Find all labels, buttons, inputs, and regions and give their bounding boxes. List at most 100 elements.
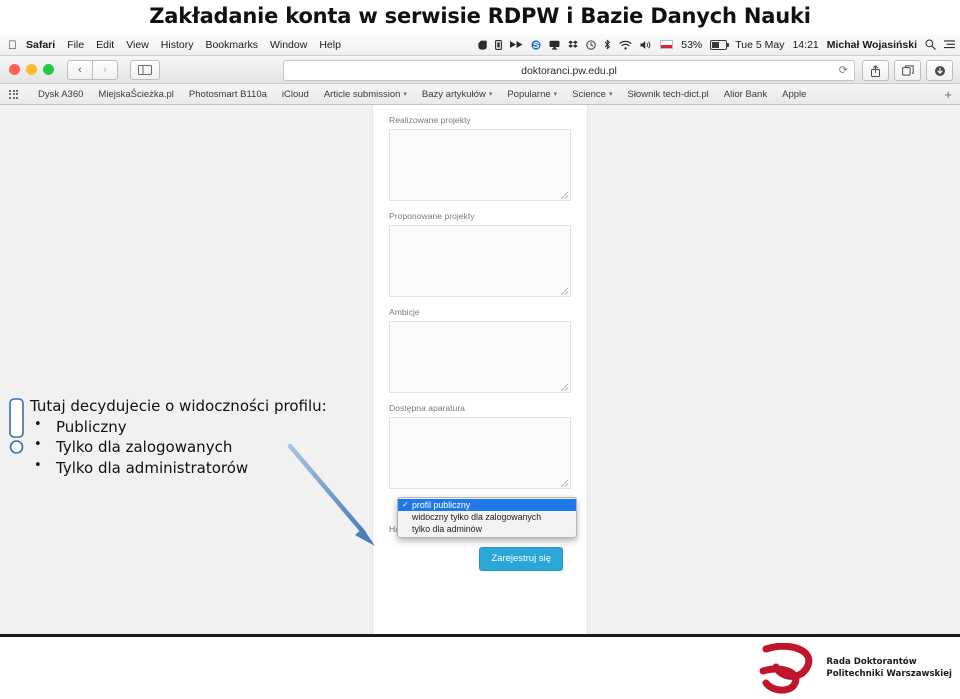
bookmark-label: iCloud (281, 88, 309, 100)
menubar-item-help[interactable]: Help (319, 39, 341, 51)
textarea-realizowane-projekty[interactable] (389, 129, 571, 201)
apps-grid-icon[interactable] (9, 89, 18, 99)
menubar-item-file[interactable]: File (67, 39, 84, 51)
bookmark-folder-popularne[interactable]: Popularne ▾ (507, 89, 557, 100)
apple-menu-icon[interactable]:  (8, 39, 17, 51)
logo-text-line1: Rada Doktorantów (826, 657, 917, 668)
share-button[interactable] (862, 60, 889, 81)
resize-grip-icon[interactable] (561, 384, 568, 391)
dropdown-option-profil-publiczny[interactable]: ✓ profil publiczny (398, 499, 576, 511)
show-tabs-button[interactable] (894, 60, 921, 81)
back-button[interactable]: ‹ (67, 59, 93, 80)
share-icon (871, 64, 880, 77)
safari-window: ‹ › doktoranci.pw.edu.pl ⟳ Dysk A360 Mie… (0, 56, 960, 634)
reload-icon[interactable]: ⟳ (839, 65, 848, 76)
navigation-buttons: ‹ › (67, 59, 118, 80)
menubar-item-safari[interactable]: Safari (26, 39, 55, 51)
close-window-button[interactable] (9, 64, 20, 75)
search-icon[interactable] (925, 39, 936, 50)
rdpw-logo-text: Rada Doktorantów Politechniki Warszawski… (826, 657, 952, 680)
dropdown-option-label: widoczny tylko dla zalogowanych (412, 512, 542, 522)
menubar-status-area: 53% Tue 5 May 14:21 Michał Wojasiński (478, 34, 955, 55)
menubar-item-bookmarks[interactable]: Bookmarks (205, 39, 258, 51)
menubar-date: Tue 5 May (735, 38, 785, 51)
field-label: Realizowane projekty (389, 115, 471, 125)
bookmark-slownik-tech-dict[interactable]: Słownik tech-dict.pl (627, 89, 708, 100)
volume-icon[interactable] (640, 40, 652, 50)
battery-icon[interactable] (710, 39, 730, 50)
textarea-proponowane-projekty[interactable] (389, 225, 571, 297)
bookmark-alior-bank[interactable]: Alior Bank (724, 89, 767, 100)
profile-visibility-dropdown-menu[interactable]: ✓ profil publiczny widoczny tylko dla za… (397, 497, 577, 538)
menubar-item-window[interactable]: Window (270, 39, 307, 51)
clock-icon[interactable] (586, 39, 596, 50)
downloads-icon (934, 65, 945, 76)
minimize-window-button[interactable] (26, 64, 37, 75)
sidebar-toggle-button[interactable] (130, 59, 160, 80)
polish-flag-icon[interactable] (660, 40, 674, 49)
notification-center-icon[interactable] (944, 40, 955, 49)
battery-percent-label: 53% (681, 38, 703, 51)
field-label: Proponowane projekty (389, 211, 475, 221)
dropbox-icon[interactable] (568, 40, 578, 50)
downloads-button[interactable] (926, 60, 953, 81)
address-bar[interactable]: doktoranci.pw.edu.pl ⟳ (283, 60, 855, 81)
field-group-realizowane-projekty: Realizowane projekty (389, 115, 571, 201)
menubar-item-view[interactable]: View (126, 39, 149, 51)
bookmark-icloud[interactable]: iCloud (282, 89, 309, 100)
field-group-proponowane-projekty: Proponowane projekty (389, 211, 571, 297)
bookmark-folder-science[interactable]: Science ▾ (572, 89, 612, 100)
bookmark-label: Alior Bank (723, 88, 768, 100)
field-label: Ambicje (389, 307, 420, 317)
wifi-icon[interactable] (619, 40, 632, 50)
slide-root: Zakładanie konta w serwisie RDPW i Bazie… (0, 0, 960, 699)
register-button[interactable]: Zarejestruj się (479, 547, 563, 571)
macos-menubar:  Safari File Edit View History Bookmark… (0, 34, 960, 56)
safari-toolbar: ‹ › doktoranci.pw.edu.pl ⟳ (0, 56, 960, 84)
fast-forward-icon[interactable] (510, 40, 523, 49)
chevron-down-icon: ▾ (553, 91, 558, 98)
registration-form-card: Realizowane projekty Proponowane projekt… (372, 105, 588, 634)
bookmark-dysk-a360[interactable]: Dysk A360 (38, 89, 83, 100)
bookmark-photosmart[interactable]: Photosmart B110a (189, 89, 267, 100)
zoom-window-button[interactable] (43, 64, 54, 75)
add-bookmark-button[interactable]: + (944, 88, 952, 101)
toolbar-right-buttons (862, 60, 953, 81)
resize-grip-icon[interactable] (561, 288, 568, 295)
field-group-ambicje: Ambicje (389, 307, 571, 393)
show-tabs-icon (901, 65, 914, 76)
browser-screenshot:  Safari File Edit View History Bookmark… (0, 34, 960, 637)
resize-grip-icon[interactable] (561, 192, 568, 199)
menubar-item-history[interactable]: History (161, 39, 194, 51)
bookmark-folder-bazy-artykulow[interactable]: Bazy artykułów ▾ (422, 89, 492, 100)
menubar-time: 14:21 (792, 38, 819, 51)
1password-icon[interactable] (495, 39, 503, 50)
evernote-icon[interactable] (478, 40, 487, 50)
bookmark-folder-article-submission[interactable]: Article submission ▾ (324, 89, 407, 100)
bookmark-label: Słownik tech-dict.pl (627, 88, 709, 100)
slide-title: Zakładanie konta w serwisie RDPW i Bazie… (149, 4, 811, 28)
textarea-dostepna-aparatura[interactable] (389, 417, 571, 489)
bookmark-miejskasciezka[interactable]: MiejskaŚcieżka.pl (98, 89, 174, 100)
airplay-icon[interactable] (549, 40, 560, 50)
menubar-item-edit[interactable]: Edit (96, 39, 114, 51)
bluetooth-icon[interactable] (604, 39, 611, 50)
forward-button[interactable]: › (93, 59, 118, 80)
menubar-user-name[interactable]: Michał Wojasiński (827, 39, 917, 51)
bookmark-apple[interactable]: Apple (782, 89, 806, 100)
dropdown-option-tylko-adminow[interactable]: tylko dla adminów (398, 523, 576, 535)
resize-grip-icon[interactable] (561, 480, 568, 487)
chevron-down-icon: ▾ (488, 91, 493, 98)
profile-visibility-row: ✓ profil publiczny widoczny tylko dla za… (389, 497, 577, 538)
dropdown-option-label: profil publiczny (412, 500, 471, 510)
textarea-ambicje[interactable] (389, 321, 571, 393)
skype-icon[interactable] (531, 39, 541, 50)
sidebar-icon (138, 64, 152, 75)
field-label: Dostępna aparatura (389, 403, 465, 413)
bookmark-label: Popularne (507, 88, 551, 100)
dropdown-option-widoczny-zalogowani[interactable]: widoczny tylko dla zalogowanych (398, 511, 576, 523)
address-bar-url: doktoranci.pw.edu.pl (521, 64, 617, 77)
bookmark-label: Photosmart B110a (188, 88, 267, 100)
bookmark-label: Bazy artykułów (421, 88, 486, 100)
bookmark-label: Dysk A360 (38, 88, 84, 100)
